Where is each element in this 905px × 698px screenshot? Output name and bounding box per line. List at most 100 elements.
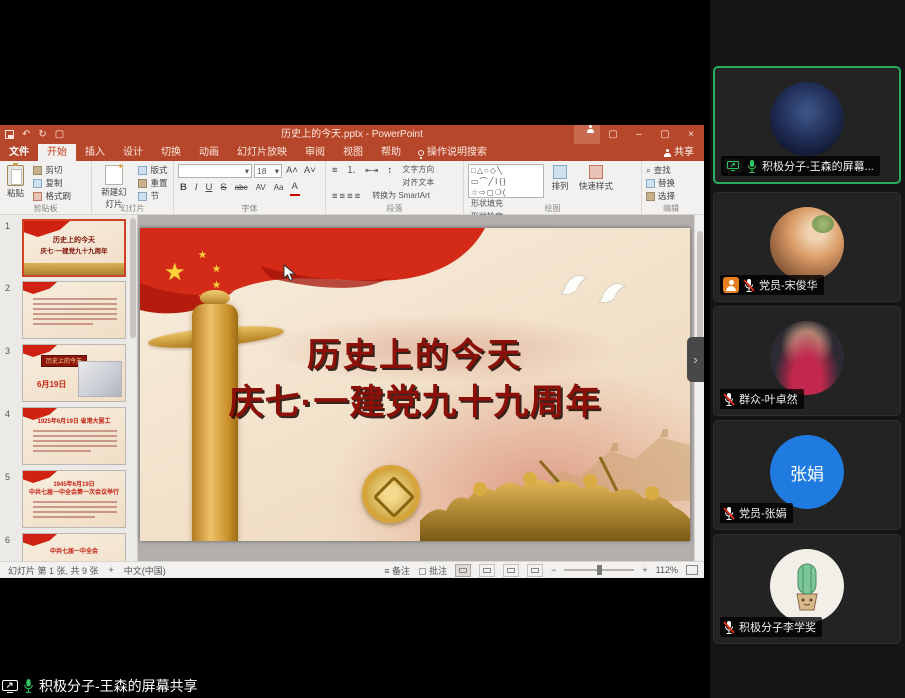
sidebar-collapse-handle[interactable]: ›	[687, 337, 704, 382]
participant-name: 群众-叶卓然	[739, 391, 798, 407]
tab-help[interactable]: 帮助	[372, 144, 410, 161]
underline-button[interactable]: U	[204, 181, 215, 195]
cut-icon	[33, 166, 42, 175]
slide-thumbnail-panel: 1 历史上的今天 庆七·一建党九十九周年 2	[0, 215, 138, 561]
find-icon: ⌕	[646, 164, 651, 176]
thumbnail-3-preview[interactable]: 历史上的今天 6月19日	[22, 344, 126, 402]
editing-group-label: 编辑	[642, 203, 700, 214]
align-text-button[interactable]: 对齐文本	[402, 177, 434, 189]
cut-button[interactable]: 剪切	[33, 164, 71, 176]
chevron-down-icon: ▾	[275, 166, 279, 177]
arrange-button[interactable]: 排列	[548, 164, 571, 193]
participant-tile-lixuejiang[interactable]: 积极分子李学奖	[713, 534, 901, 644]
slideshow-view-button[interactable]	[527, 564, 543, 577]
reset-button[interactable]: 重置	[138, 177, 167, 189]
tab-transitions[interactable]: 切换	[152, 144, 190, 161]
thumb-title: 历史上的今天	[24, 235, 124, 245]
ribbon-display-options-icon[interactable]: ▢	[600, 125, 626, 144]
zoom-out-button[interactable]: −	[551, 565, 556, 575]
accessibility-icon[interactable]: +	[109, 565, 114, 575]
find-button[interactable]: ⌕查找	[646, 164, 675, 176]
copy-button[interactable]: 复制	[33, 177, 71, 189]
participant-tile-yezhuoran[interactable]: 群众-叶卓然	[713, 306, 901, 416]
tab-animations[interactable]: 动画	[190, 144, 228, 161]
doves-art	[555, 268, 635, 308]
smartart-button[interactable]: 转换为 SmartArt	[372, 190, 430, 202]
notes-toggle[interactable]: ≡ 备注	[384, 564, 410, 577]
account-avatar-icon[interactable]	[574, 125, 600, 144]
zoom-level[interactable]: 112%	[656, 565, 678, 575]
bold-button[interactable]: B	[178, 181, 189, 195]
thumbnail-1-preview[interactable]: 历史上的今天 庆七·一建党九十九周年	[22, 219, 126, 277]
avatar	[770, 321, 844, 395]
format-painter-button[interactable]: 格式刷	[33, 190, 71, 202]
alignment-icons[interactable]: ≡≡≡≡	[330, 190, 364, 204]
tab-home[interactable]: 开始	[38, 144, 76, 161]
tab-review[interactable]: 审阅	[296, 144, 334, 161]
window-controls: ▢ – ▢ ×	[574, 125, 704, 144]
minimize-button[interactable]: –	[626, 125, 652, 144]
paste-button[interactable]: 粘贴	[4, 164, 27, 200]
participant-name: 积极分子李学奖	[739, 619, 816, 635]
decrease-font-icon[interactable]: A˅	[302, 164, 318, 178]
change-case-button[interactable]: Aa	[272, 181, 286, 195]
tellme-search[interactable]: 操作说明搜索	[410, 144, 495, 161]
thumbnail-6-preview[interactable]: 中共七届一中全会	[22, 533, 126, 561]
thumbnail-2-preview[interactable]	[22, 281, 126, 339]
section-button[interactable]: 节	[138, 190, 167, 202]
replace-button[interactable]: 替换	[646, 177, 675, 189]
slide-sorter-view-button[interactable]	[479, 564, 495, 577]
thumbnail-5-preview[interactable]: 1945年6月19日 中共七届一中全会第一次会议举行	[22, 470, 126, 528]
zoom-in-button[interactable]: +	[642, 565, 647, 575]
maximize-button[interactable]: ▢	[652, 125, 678, 144]
strikethrough-button[interactable]: S	[218, 181, 228, 195]
indent-icons[interactable]: ⇤⇥	[363, 164, 380, 189]
tab-design[interactable]: 设计	[114, 144, 152, 161]
share-label: 共享	[674, 144, 694, 161]
tab-file[interactable]: 文件	[0, 144, 38, 161]
shapes-gallery[interactable]: □△○◇╲ ▭⌒╱⌇{} ☆⇨◻❍(	[468, 164, 544, 198]
participant-name: 积极分子-王森的屏幕...	[762, 158, 874, 174]
layout-button[interactable]: 版式	[138, 164, 167, 176]
zoom-slider[interactable]	[564, 569, 634, 571]
font-name-combobox[interactable]: ▾	[178, 164, 252, 178]
statues-art	[420, 455, 690, 541]
normal-view-button[interactable]	[455, 564, 471, 577]
font-size-combobox[interactable]: 18▾	[254, 164, 282, 178]
font-color-button[interactable]: A	[290, 180, 300, 196]
tab-insert[interactable]: 插入	[76, 144, 114, 161]
thumbnail-number: 5	[5, 472, 10, 482]
language-status[interactable]: 中文(中国)	[124, 564, 166, 577]
participant-tile-wangsen[interactable]: 积极分子-王森的屏幕...	[713, 66, 901, 184]
tab-slideshow[interactable]: 幻灯片放映	[228, 144, 296, 161]
zoom-slider-thumb[interactable]	[597, 565, 602, 575]
thumbnail-4-preview[interactable]: 1925年6月19日 省港大罢工	[22, 407, 126, 465]
share-button[interactable]: 共享	[654, 144, 704, 161]
char-spacing-button[interactable]: AV	[254, 181, 268, 195]
participant-tile-songjunhua[interactable]: 党员-宋俊华	[713, 192, 901, 302]
ppt-titlebar: ↶ ↻ ▢ 历史上的今天.pptx - PowerPoint ▢ – ▢ ×	[0, 125, 704, 144]
increase-font-icon[interactable]: A˄	[284, 164, 300, 178]
close-button[interactable]: ×	[678, 125, 704, 144]
shape-glyphs: □△○◇╲	[471, 166, 503, 175]
quick-styles-button[interactable]: 快速样式	[576, 164, 616, 193]
text-direction-button[interactable]: 文字方向	[402, 164, 434, 176]
mic-on-icon	[746, 159, 758, 174]
tab-view[interactable]: 视图	[334, 144, 372, 161]
current-slide[interactable]: ★ ★ ★ ★ ★ 历史上的今天 庆七·一建党九十九周年	[140, 228, 690, 541]
fit-to-window-icon[interactable]	[686, 565, 698, 575]
format-painter-label: 格式刷	[45, 190, 71, 202]
line-spacing-icon[interactable]: ↕	[385, 164, 394, 189]
shadow-button[interactable]: abc	[233, 181, 250, 195]
participant-tile-zhangjuan[interactable]: 张娟 党员-张娟	[713, 420, 901, 530]
canvas-scrollbar[interactable]	[694, 215, 704, 561]
italic-button[interactable]: I	[193, 181, 200, 195]
paste-icon	[7, 165, 24, 186]
select-button[interactable]: 选择	[646, 190, 675, 202]
bullets-icon[interactable]: ≡	[330, 164, 340, 189]
thumbnail-scrollbar[interactable]	[130, 218, 136, 338]
reading-view-button[interactable]	[503, 564, 519, 577]
comments-toggle[interactable]: ▢ 批注	[418, 564, 447, 577]
numbering-icon[interactable]: ⒈	[345, 164, 359, 189]
copy-icon	[33, 179, 42, 188]
